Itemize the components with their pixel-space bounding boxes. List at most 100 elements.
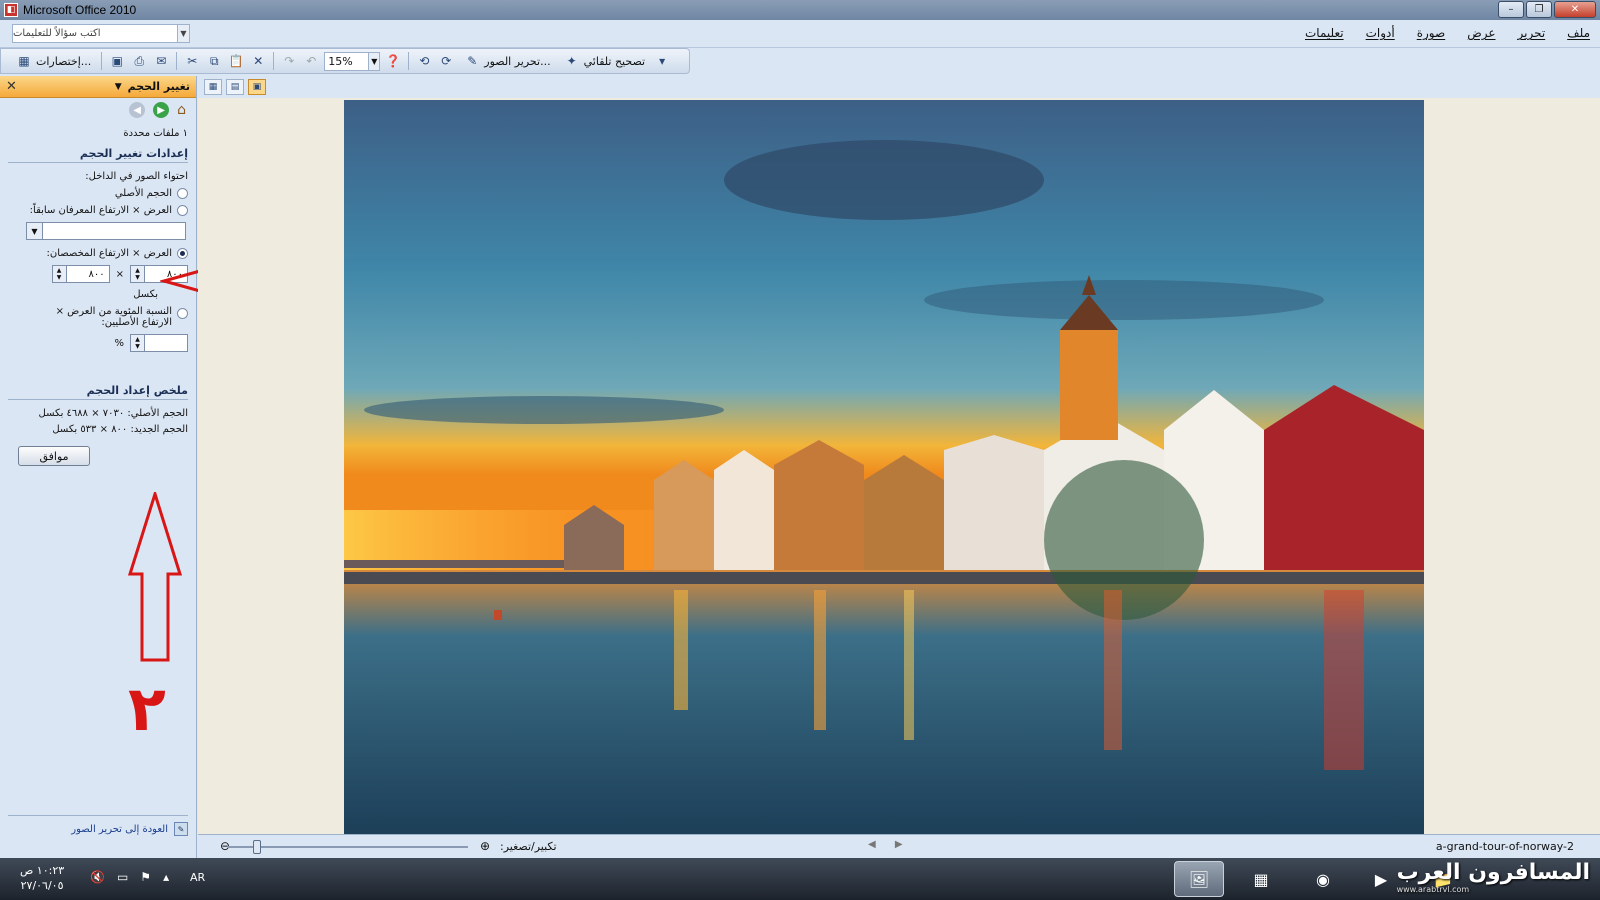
show-hidden-icon[interactable]: ▴ <box>163 870 169 884</box>
edit-pictures-icon: ✎ <box>467 54 478 68</box>
thumbnail-view-icon[interactable]: ▦ <box>204 79 222 95</box>
zoom-slider-thumb[interactable] <box>253 840 261 854</box>
predefined-size-radio[interactable] <box>177 205 188 216</box>
help-placeholder: اكتب سؤالاً للتعليمات <box>13 28 101 39</box>
rotate-right-icon[interactable]: ⟳ <box>437 52 455 70</box>
ok-button[interactable]: موافق <box>18 446 90 466</box>
percent-label: النسبة المئوية من العرض × الارتفاع الأصل… <box>55 306 172 328</box>
flag-icon[interactable]: ⚑ <box>140 870 151 884</box>
percent-input[interactable]: ▲ ▼ <box>130 334 188 352</box>
back-icon[interactable]: ◀ <box>129 102 146 118</box>
pane-close-icon[interactable]: ✕ <box>6 79 17 94</box>
help-search-input[interactable]: اكتب سؤالاً للتعليمات ▼ <box>12 24 190 43</box>
windows-taskbar: ١٠:٢٣ ص ٢٧/٠٦/٠٥ 🔇 ▭ ⚑ ▴ AR 🖼 ▦ ◉ ▶ 📁 ال… <box>0 858 1600 900</box>
shortcuts-button[interactable]: ▦ إختصارات... <box>11 52 95 70</box>
menu-help[interactable]: تعليمات <box>1305 26 1344 40</box>
filmstrip-view-icon[interactable]: ▤ <box>226 79 244 95</box>
original-size-radio[interactable] <box>177 188 188 199</box>
taskbar-chrome-icon[interactable]: ◉ <box>1298 861 1348 897</box>
picture-nav-arrows-icon[interactable]: ◀ ▶ <box>868 839 911 850</box>
delete-icon[interactable]: ✕ <box>249 52 267 70</box>
clock-date: ٢٧/٠٦/٠٥ <box>20 879 64 892</box>
predefined-dropdown-icon[interactable]: ▼ <box>27 223 43 239</box>
width-spinner-icon[interactable]: ▲ ▼ <box>131 266 145 282</box>
menu-items: ملف تحرير عرض صورة أدوات تعليمات <box>1305 26 1590 40</box>
back-to-edit-link[interactable]: ✎ العودة إلى تحرير الصور <box>8 815 188 836</box>
paste-icon[interactable]: 📋 <box>227 52 245 70</box>
network-icon[interactable]: ▭ <box>117 870 128 884</box>
zoom-in-icon[interactable]: ⊕ <box>480 839 490 853</box>
pane-header: تغيير الحجم ▼ ✕ <box>0 76 196 98</box>
custom-height-input[interactable]: ٨٠٠ ▲ ▼ <box>51 265 110 283</box>
maximize-button[interactable]: ❐ <box>1526 1 1552 18</box>
minimize-button[interactable]: – <box>1498 1 1524 18</box>
toolbar-separator <box>101 52 103 70</box>
pane-navigation: ◀ ▶ ⌂ <box>0 98 196 122</box>
pane-menu-dropdown-icon[interactable]: ▼ <box>115 82 122 92</box>
close-button[interactable]: ✕ <box>1554 1 1596 18</box>
title-bar: ◧ Microsoft Office 2010 – ❐ ✕ <box>0 0 1600 20</box>
edit-pictures-icon: ✎ <box>174 822 188 836</box>
tray-clock[interactable]: ١٠:٢٣ ص ٢٧/٠٦/٠٥ <box>20 863 64 893</box>
percent-sign: % <box>114 337 124 349</box>
shortcuts-icon: ▦ <box>18 54 30 68</box>
menu-bar: اكتب سؤالاً للتعليمات ▼ ملف تحرير عرض صو… <box>0 20 1600 48</box>
predefined-size-select[interactable]: ▼ <box>26 222 186 240</box>
percent-option[interactable]: النسبة المئوية من العرض × الارتفاع الأصل… <box>8 306 188 328</box>
rotate-left-icon[interactable]: ⟲ <box>415 52 433 70</box>
predefined-size-option[interactable]: العرض × الارتفاع المعرفان سابقاً: <box>8 205 188 216</box>
help-dropdown-icon[interactable]: ▼ <box>177 25 189 42</box>
home-icon[interactable]: ⌂ <box>177 102 186 118</box>
height-spinner-icon[interactable]: ▲ ▼ <box>52 266 67 282</box>
zoom-slider-track[interactable] <box>228 846 468 848</box>
volume-icon[interactable]: 🔇 <box>90 870 105 884</box>
single-picture-view-icon[interactable]: ▣ <box>248 79 266 95</box>
status-bar: ⊖ ⊕ تكبير/تصغير: ◀ ▶ a-grand-tour-of-nor… <box>198 834 1600 858</box>
language-indicator[interactable]: AR <box>190 871 205 884</box>
window-title: Microsoft Office 2010 <box>23 3 137 17</box>
forward-icon[interactable]: ▶ <box>153 102 170 118</box>
zoom-dropdown-icon[interactable]: ▼ <box>368 52 380 70</box>
file-name: a-grand-tour-of-norway-2 <box>1435 840 1574 853</box>
site-watermark: المسافرون العرب www.arabtrvl.com <box>1397 860 1590 894</box>
taskbar-picture-manager-icon[interactable]: 🖼 <box>1174 861 1224 897</box>
save-icon[interactable]: ▣ <box>108 52 126 70</box>
email-icon[interactable]: ✉ <box>152 52 170 70</box>
menu-picture[interactable]: صورة <box>1417 26 1445 40</box>
annotation-arrow-up <box>128 492 182 662</box>
autocorrect-button[interactable]: ✦ تصحيح تلقائي <box>559 52 649 70</box>
custom-size-label: العرض × الارتفاع المخصصان: <box>46 248 172 259</box>
redo-icon[interactable]: ↷ <box>280 52 298 70</box>
menu-file[interactable]: ملف <box>1567 26 1590 40</box>
zoom-select[interactable]: 15% ▼ <box>324 51 381 71</box>
cut-icon[interactable]: ✂ <box>183 52 201 70</box>
toolbar-options-icon[interactable]: ▾ <box>653 52 671 70</box>
window-controls: – ❐ ✕ <box>1498 1 1596 18</box>
watermark-text: المسافرون العرب <box>1396 860 1590 885</box>
zoom-value: 15% <box>328 54 353 68</box>
original-size-label: الحجم الأصلي <box>114 188 172 199</box>
fit-label: احتواء الصور في الداخل: <box>85 171 188 182</box>
copy-icon[interactable]: ⧉ <box>205 52 223 70</box>
pane-title: تغيير الحجم <box>127 80 190 93</box>
undo-icon[interactable]: ↶ <box>302 52 320 70</box>
toolbar-separator <box>176 52 178 70</box>
taskbar-apps-icon[interactable]: ▦ <box>1236 861 1286 897</box>
new-size-summary: الحجم الجديد: ٨٠٠ × ٥٣٣ بكسل <box>52 424 188 435</box>
edit-pictures-button[interactable]: ✎ تحرير الصور... <box>459 52 554 70</box>
help-icon[interactable]: ❓ <box>384 52 402 70</box>
percent-radio[interactable] <box>177 308 188 319</box>
menu-edit[interactable]: تحرير <box>1518 26 1546 40</box>
zoom-label: تكبير/تصغير: <box>500 840 557 853</box>
print-icon[interactable]: ⎙ <box>130 52 148 70</box>
predefined-size-label: العرض × الارتفاع المعرفان سابقاً: <box>29 205 172 216</box>
original-size-option[interactable]: الحجم الأصلي <box>8 188 188 199</box>
autocorrect-icon: ✦ <box>566 54 577 68</box>
settings-section-title: إعدادات تغيير الحجم <box>8 147 188 163</box>
percent-spinner-icon[interactable]: ▲ ▼ <box>131 335 145 351</box>
app-icon: ◧ <box>4 3 18 17</box>
harbor-sunset-photo <box>344 100 1424 834</box>
menu-view[interactable]: عرض <box>1467 26 1495 40</box>
back-link-label: العودة إلى تحرير الصور <box>71 823 168 835</box>
menu-tools[interactable]: أدوات <box>1366 26 1395 40</box>
